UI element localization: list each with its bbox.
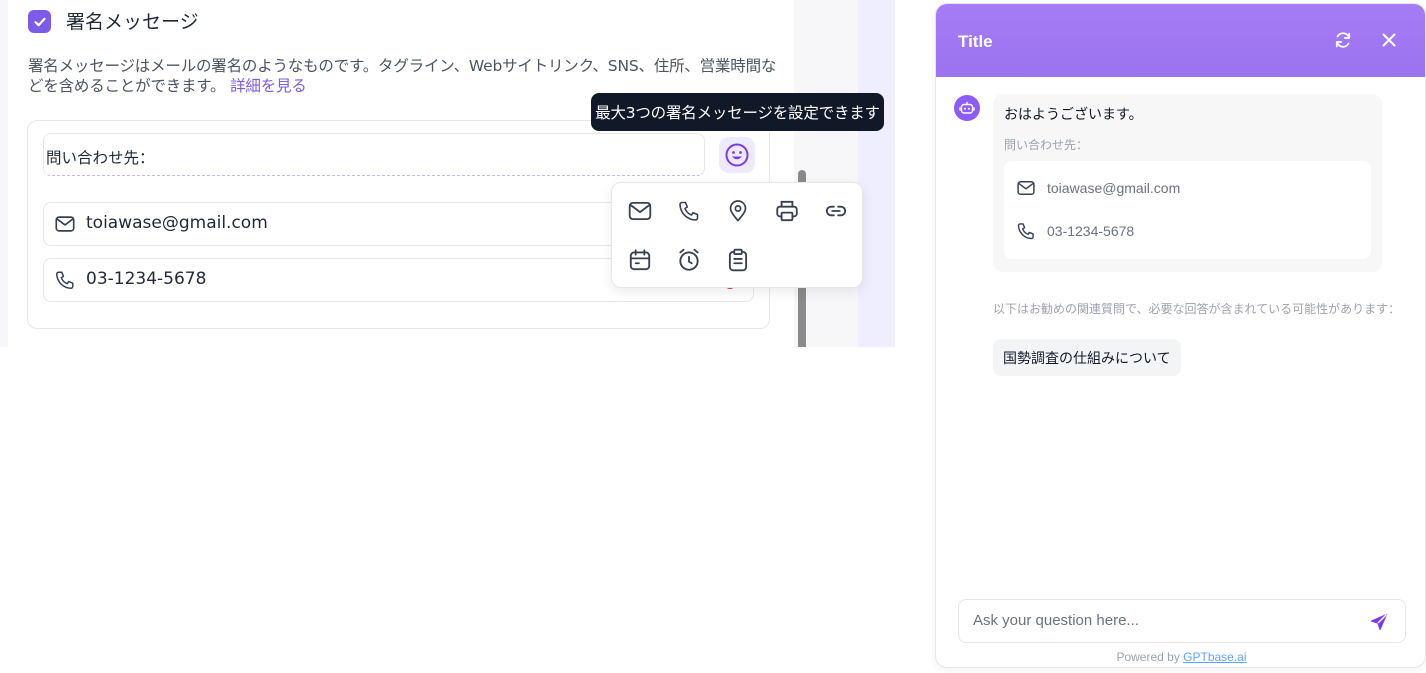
picker-printer-icon[interactable] — [772, 196, 802, 226]
icon-picker-popover — [611, 182, 863, 288]
bot-avatar — [954, 95, 980, 121]
location-pin-icon — [729, 200, 747, 222]
alarm-clock-icon — [679, 248, 699, 271]
refresh-button[interactable] — [1333, 30, 1353, 50]
phone-icon — [1017, 223, 1034, 240]
refresh-icon — [1335, 32, 1351, 48]
related-questions-note: 以下はお勧めの関連質問で、必要な回答が含まれている可能性があります： — [993, 302, 1401, 316]
chat-title: Title — [958, 32, 993, 51]
clipboard-icon — [728, 248, 748, 272]
signature-description: 署名メッセージはメールの署名のようなものです。タグライン、Webサイトリンク、S… — [28, 56, 778, 96]
signature-email-row: toiawase@gmail.com — [1016, 178, 1180, 198]
signature-phone-text: 03-1234-5678 — [1047, 223, 1135, 239]
picker-alarm-clock-icon[interactable] — [674, 245, 704, 275]
picker-clipboard-icon[interactable] — [723, 245, 753, 275]
signature-title: 署名メッセージ — [66, 11, 199, 33]
send-button[interactable] — [1369, 612, 1389, 632]
signature-header-text: 問い合わせ先： — [1004, 138, 1089, 152]
smile-icon — [725, 143, 749, 167]
left-rail — [0, 0, 8, 347]
bot-message-bubble: おはようございます。 問い合わせ先： toiawase@gmail.com 03… — [993, 94, 1382, 272]
powered-by-text: Powered by — [1116, 650, 1184, 664]
mail-icon — [55, 216, 75, 232]
signature-description-text: 署名メッセージはメールの署名のようなものです。タグライン、Webサイトリンク、S… — [28, 57, 777, 95]
picker-location-pin-icon[interactable] — [723, 196, 753, 226]
signature-settings-panel: 署名メッセージ 署名メッセージはメールの署名のようなものです。タグライン、Web… — [0, 0, 895, 347]
link-icon — [825, 205, 847, 217]
greeting-text: おはようございます。 — [1004, 107, 1143, 123]
side-strip-accent — [858, 0, 895, 347]
powered-by-link[interactable]: GPTbase.ai — [1183, 650, 1246, 664]
robot-icon — [959, 101, 975, 114]
question-input-box — [958, 599, 1406, 643]
phone-icon — [56, 271, 74, 289]
check-icon — [33, 17, 46, 26]
mail-icon — [1017, 181, 1035, 195]
chat-header: Title — [936, 4, 1425, 77]
signature-row-text: 03-1234-5678 — [86, 269, 207, 289]
signature-header-input[interactable]: 問い合わせ先： — [43, 133, 705, 176]
signature-email-text: toiawase@gmail.com — [1047, 180, 1181, 196]
send-icon — [1370, 613, 1388, 631]
close-icon — [1382, 33, 1396, 47]
close-button[interactable] — [1380, 31, 1398, 49]
emoji-button[interactable] — [719, 137, 755, 173]
picker-calendar-icon[interactable] — [625, 245, 655, 275]
chat-widget: Title おはようございます。 問い合わせ先： toiawase@gmail.… — [935, 3, 1426, 668]
signature-enabled-checkbox[interactable] — [28, 10, 51, 33]
picker-phone-icon[interactable] — [674, 196, 704, 226]
related-question-chip[interactable]: 国勢調査の仕組みについて — [993, 339, 1181, 376]
signature-row-text: toiawase@gmail.com — [86, 213, 268, 233]
picker-mail-icon[interactable] — [625, 196, 655, 226]
picker-link-icon[interactable] — [821, 196, 851, 226]
powered-by-footer: Powered by GPTbase.ai — [936, 650, 1425, 664]
question-input[interactable] — [973, 612, 1353, 629]
calendar-icon — [629, 249, 651, 271]
signature-card: toiawase@gmail.com 03-1234-5678 — [1004, 161, 1371, 259]
mail-icon — [628, 201, 652, 221]
phone-icon — [679, 201, 699, 221]
signature-phone-row: 03-1234-5678 — [1016, 221, 1134, 241]
max-signature-tooltip: 最大3つの署名メッセージを設定できます — [591, 93, 884, 131]
printer-icon — [776, 200, 798, 222]
learn-more-link[interactable]: 詳細を見る — [230, 77, 307, 95]
